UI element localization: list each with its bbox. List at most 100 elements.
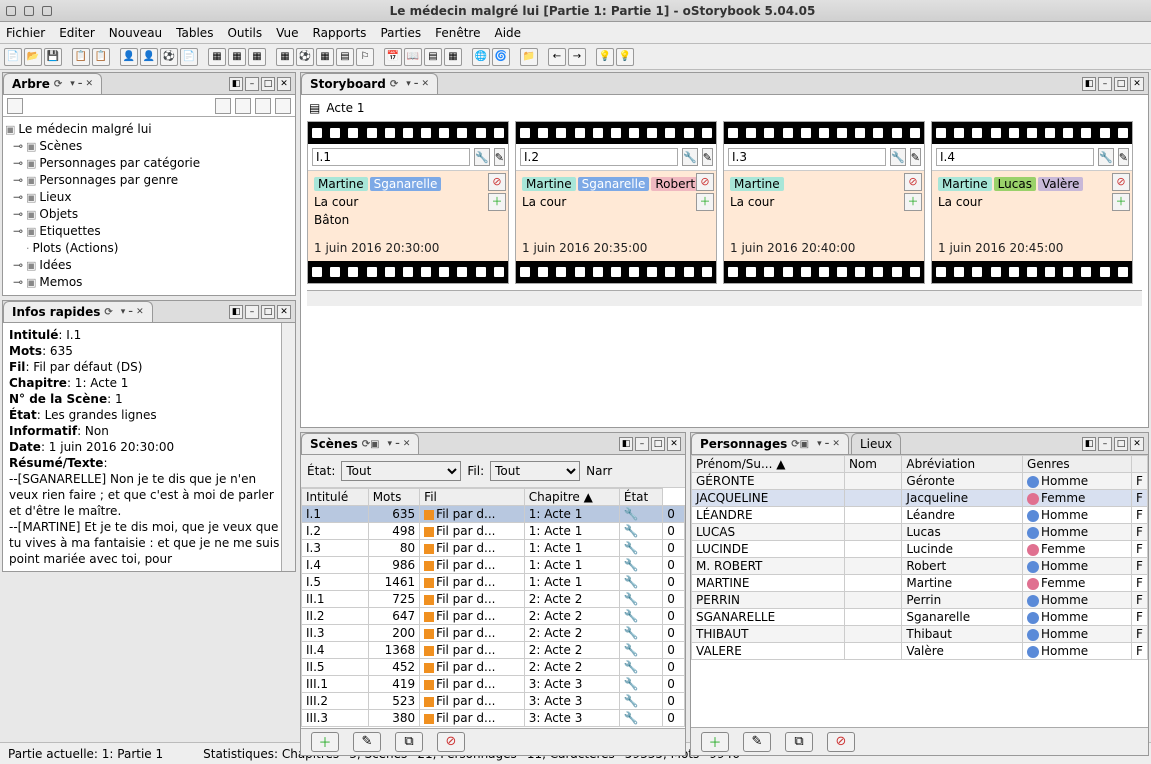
table-row[interactable]: JACQUELINEJacquelineFemmeF — [692, 490, 1148, 507]
refresh-icon[interactable]: ⟳ — [104, 307, 112, 318]
max-icon[interactable]: □ — [1114, 437, 1128, 451]
grid-icon[interactable] — [215, 98, 231, 114]
table-row[interactable]: VALEREValèreHommeF — [692, 643, 1148, 660]
dockleft-icon[interactable]: ◧ — [1082, 77, 1096, 91]
toolbar-button[interactable]: ▤ — [424, 48, 442, 66]
toolbar-button[interactable]: ▦ — [444, 48, 462, 66]
toolbar-button[interactable]: 💡 — [616, 48, 634, 66]
fil-select[interactable]: Tout — [490, 461, 580, 481]
menu-tables[interactable]: Tables — [176, 26, 213, 40]
toolbar-button[interactable]: ⚽ — [296, 48, 314, 66]
dockleft-icon[interactable]: ◧ — [229, 77, 243, 91]
min-icon[interactable]: – — [635, 437, 649, 451]
toggle-icon[interactable]: ⊸ — [13, 223, 23, 240]
edit-icon[interactable]: ✎ — [494, 148, 505, 166]
wrench-icon[interactable]: 🔧 — [474, 148, 490, 166]
toggle-icon[interactable]: ⊸ — [13, 155, 23, 172]
min-icon[interactable]: – — [1098, 437, 1112, 451]
collapse-all-icon[interactable] — [275, 98, 291, 114]
collapse-icon[interactable]: ▾ – ✕ — [388, 439, 411, 449]
col-header[interactable]: Nom — [844, 456, 901, 473]
toolbar-button[interactable]: ▦ — [248, 48, 266, 66]
etat-select[interactable]: Tout — [341, 461, 461, 481]
storyboard-card[interactable]: 🔧✎ ⊘＋ MartineSganarelle La cour Bâton 1 … — [307, 121, 509, 284]
menu-fichier[interactable]: Fichier — [6, 26, 45, 40]
dockleft-icon[interactable]: ◧ — [619, 437, 633, 451]
col-header[interactable]: Genres — [1023, 456, 1132, 473]
add-button[interactable]: ＋ — [311, 732, 339, 752]
scene-id-input[interactable] — [728, 148, 886, 166]
wrench-icon[interactable]: 🔧 — [682, 148, 698, 166]
table-row[interactable]: I.4986Fil par d...1: Acte 1🔧0 — [302, 557, 685, 574]
tree-item[interactable]: ⊸▣Personnages par catégorie — [5, 155, 293, 172]
table-row[interactable]: MARTINEMartineFemmeF — [692, 575, 1148, 592]
expand-icon[interactable] — [255, 98, 271, 114]
col-header[interactable]: Prénom/Su... ▲ — [692, 456, 845, 473]
toolbar-button[interactable]: 📋 — [92, 48, 110, 66]
tree-item[interactable]: ⊸▣Personnages par genre — [5, 172, 293, 189]
delete-button[interactable]: ⊘ — [827, 732, 855, 752]
close-icon[interactable]: ✕ — [277, 305, 291, 319]
block-icon[interactable]: ⊘ — [1112, 173, 1130, 191]
storyboard-card[interactable]: 🔧✎ ⊘＋ Martine La cour 1 juin 2016 20:40:… — [723, 121, 925, 284]
toolbar-button[interactable]: 📖 — [404, 48, 422, 66]
personnages-table-wrap[interactable]: Prénom/Su... ▲NomAbréviationGenres GÉRON… — [691, 455, 1148, 727]
menu-nouveau[interactable]: Nouveau — [109, 26, 162, 40]
table-row[interactable]: II.2647Fil par d...2: Acte 2🔧0 — [302, 608, 685, 625]
col-header[interactable]: Intitulé — [302, 489, 369, 506]
col-header[interactable]: État — [619, 489, 662, 506]
table-row[interactable]: I.51461Fil par d...1: Acte 1🔧0 — [302, 574, 685, 591]
table-row[interactable]: I.1635Fil par d...1: Acte 1🔧0 — [302, 506, 685, 523]
list-icon[interactable] — [235, 98, 251, 114]
copy-button[interactable]: ⧉ — [785, 732, 813, 752]
toggle-icon[interactable]: ⊸ — [13, 172, 23, 189]
wrench-icon[interactable]: 🔧 — [624, 711, 639, 725]
storyboard-card[interactable]: 🔧✎ ⊘＋ MartineSganarelleRobert La cour 1 … — [515, 121, 717, 284]
wrench-icon[interactable]: 🔧 — [624, 609, 639, 623]
wrench-icon[interactable]: 🔧 — [624, 592, 639, 606]
tree-root[interactable]: ▣Le médecin malgré lui — [5, 121, 293, 138]
toolbar-button[interactable]: 📋 — [72, 48, 90, 66]
wrench-icon[interactable]: 🔧 — [624, 558, 639, 572]
toolbar-button[interactable]: ▦ — [316, 48, 334, 66]
tab-infos[interactable]: Infos rapides ⟳ ▾ – ✕ — [3, 301, 153, 322]
min-icon[interactable]: – — [245, 77, 259, 91]
table-row[interactable]: I.380Fil par d...1: Acte 1🔧0 — [302, 540, 685, 557]
wrench-icon[interactable]: 🔧 — [624, 660, 639, 674]
table-row[interactable]: III.2523Fil par d...3: Acte 3🔧0 — [302, 693, 685, 710]
copy-button[interactable]: ⧉ — [395, 732, 423, 752]
dockleft-icon[interactable]: ◧ — [229, 305, 243, 319]
wrench-icon[interactable]: 🔧 — [624, 694, 639, 708]
toolbar-button[interactable]: ⚽ — [160, 48, 178, 66]
scenes-table-wrap[interactable]: IntituléMotsFilChapitre ▲État I.1635Fil … — [301, 488, 685, 728]
col-header[interactable]: Abréviation — [902, 456, 1023, 473]
toolbar-button[interactable]: ▦ — [228, 48, 246, 66]
toggle-icon[interactable]: ⊸ — [13, 274, 23, 291]
toolbar-button[interactable]: 📄 — [180, 48, 198, 66]
dockleft-icon[interactable]: ◧ — [1082, 437, 1096, 451]
toggle-icon[interactable]: ⊸ — [13, 189, 23, 206]
toolbar-button[interactable]: 🌐 — [472, 48, 490, 66]
close-icon[interactable]: ✕ — [1130, 77, 1144, 91]
toggle-icon[interactable]: ⊸ — [13, 257, 23, 274]
toolbar-button[interactable]: 📄 — [4, 48, 22, 66]
tab-storyboard[interactable]: Storyboard ⟳ ▾ – ✕ — [301, 73, 438, 94]
menu-editer[interactable]: Editer — [59, 26, 95, 40]
maximize-icon[interactable] — [24, 6, 34, 16]
table-row[interactable]: I.2498Fil par d...1: Acte 1🔧0 — [302, 523, 685, 540]
person-tag[interactable]: Martine — [522, 177, 576, 191]
tree-item[interactable]: ⊸▣Lieux — [5, 189, 293, 206]
max-icon[interactable]: □ — [651, 437, 665, 451]
col-header[interactable]: Chapitre ▲ — [524, 489, 619, 506]
menu-vue[interactable]: Vue — [276, 26, 298, 40]
close-icon[interactable] — [42, 6, 52, 16]
wrench-icon[interactable]: 🔧 — [624, 507, 639, 521]
wrench-icon[interactable]: 🔧 — [624, 541, 639, 555]
menu-parties[interactable]: Parties — [380, 26, 421, 40]
block-icon[interactable]: ⊘ — [904, 173, 922, 191]
scrollbar[interactable] — [307, 290, 1142, 306]
collapse-icon[interactable]: ▾ – ✕ — [817, 439, 840, 449]
add-icon[interactable]: ＋ — [904, 193, 922, 211]
table-row[interactable]: SGANARELLESganarelleHommeF — [692, 609, 1148, 626]
table-row[interactable]: THIBAUTThibautHommeF — [692, 626, 1148, 643]
